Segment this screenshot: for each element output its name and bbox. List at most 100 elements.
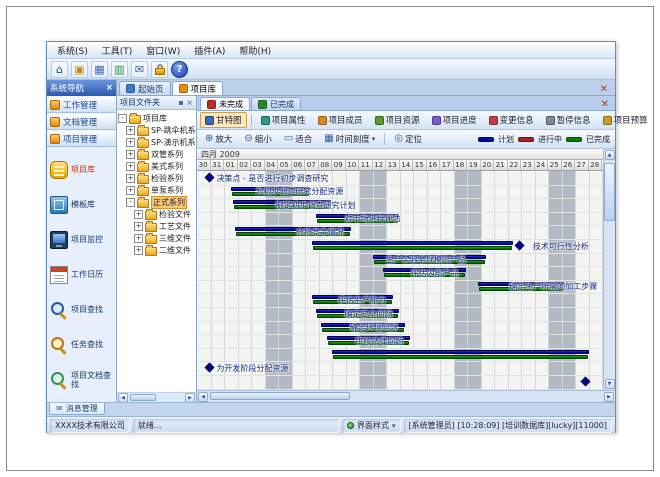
tree-node[interactable]: +美式系列 <box>118 160 195 172</box>
mail-icon[interactable]: ✉ <box>131 61 148 78</box>
tab-finished[interactable]: 已完成 <box>251 97 301 110</box>
menu-help[interactable]: 帮助(H) <box>233 43 277 58</box>
gantt-vscrollbar[interactable]: ▲ ▼ <box>603 149 615 390</box>
report-icon[interactable]: ▥ <box>111 61 128 78</box>
gantt-milestone[interactable] <box>205 363 215 373</box>
day-header-cell: 03 <box>251 160 265 170</box>
scroll-up-icon[interactable]: ▲ <box>605 150 615 160</box>
gantt-task-bar[interactable] <box>332 350 589 354</box>
menu-plugins[interactable]: 插件(A) <box>188 43 231 58</box>
tree-node[interactable]: +检验文件 <box>118 208 195 220</box>
nav-group-work[interactable]: 工作管理 <box>47 96 116 113</box>
project-progress-button[interactable]: 项目进度 <box>427 112 482 128</box>
menu-window[interactable]: 窗口(W) <box>140 43 186 58</box>
gantt-tabbar-close-icon[interactable]: ✕ <box>598 99 612 110</box>
tree-expander-icon[interactable]: + <box>126 150 135 159</box>
nav-item-work-calendar[interactable]: 工作日历 <box>49 257 114 292</box>
tree-expander-icon[interactable]: + <box>134 222 143 231</box>
timescale-button[interactable]: ▦时间刻度▾ <box>319 131 380 147</box>
gantt-progress-bar[interactable] <box>313 246 512 250</box>
menu-system[interactable]: 系统(S) <box>51 43 94 58</box>
locate-button[interactable]: ◎定位 <box>389 131 427 147</box>
tree-node[interactable]: +SP-演示机系 <box>118 136 195 148</box>
vscroll-thumb[interactable] <box>604 163 615 221</box>
tree-expander-icon[interactable]: - <box>126 198 135 207</box>
tree-node[interactable]: +SP-跳伞机系 <box>118 124 195 136</box>
ui-style-selector[interactable]: 界面样式 ▾ <box>342 419 401 433</box>
help-icon[interactable]: ? <box>171 61 188 78</box>
gantt-view-button[interactable]: 甘特图 <box>200 112 247 128</box>
pause-info-icon <box>546 116 555 125</box>
tree-node[interactable]: +检验系列 <box>118 172 195 184</box>
tree-expander-icon[interactable]: + <box>134 210 143 219</box>
tree-node[interactable]: -项目库 <box>118 112 195 124</box>
tree-node[interactable]: -正式系列 <box>118 196 195 208</box>
tree-scroll-thumb[interactable] <box>130 394 156 401</box>
gantt-tabbar: 未完成已完成 ✕ <box>197 96 615 111</box>
tab-start-page[interactable]: 起始页 <box>119 81 171 95</box>
tree-node[interactable]: +单泵系列 <box>118 184 195 196</box>
scroll-down-icon[interactable]: ▼ <box>605 379 615 389</box>
tree-expander-icon[interactable]: + <box>126 174 135 183</box>
tab-project-library[interactable]: 项目库 <box>172 81 224 95</box>
project-props-button[interactable]: 项目属性 <box>256 112 311 128</box>
tree-expander-icon[interactable]: + <box>126 186 135 195</box>
fit-button[interactable]: ▭适合 <box>279 131 317 147</box>
nav-item-project-monitor[interactable]: 项目监控 <box>49 222 114 257</box>
pin-icon[interactable]: ▪ <box>178 98 183 107</box>
nav-item-task-search[interactable]: 任务查找 <box>49 327 114 362</box>
lock-icon[interactable] <box>151 61 168 78</box>
tree-expander-icon[interactable]: + <box>126 126 135 135</box>
project-resources-button[interactable]: 项目资源 <box>370 112 425 128</box>
gantt-progress-bar[interactable] <box>333 355 588 359</box>
tree-node[interactable]: +三维文件 <box>118 232 195 244</box>
scroll-left-icon[interactable]: ◀ <box>198 392 208 402</box>
pause-info-button[interactable]: 暂停信息 <box>541 112 596 128</box>
tree-panel: 项目文件夹 ▪ × -项目库+SP-跳伞机系+SP-演示机系+双管系列+美式系列… <box>117 96 197 402</box>
folder-icon[interactable]: ▣ <box>71 61 88 78</box>
nav-item-project-search[interactable]: 项目查找 <box>49 292 114 327</box>
tree-expander-icon[interactable]: + <box>126 138 135 147</box>
menu-tools[interactable]: 工具(T) <box>96 43 139 58</box>
gantt-task-bar[interactable] <box>312 241 513 245</box>
tree-node[interactable]: +二维文件 <box>118 244 195 256</box>
tree-node[interactable]: +工艺文件 <box>118 220 195 232</box>
zoom-out-button[interactable]: ⊖缩小 <box>239 131 276 147</box>
nav-group-project[interactable]: 项目管理 <box>47 130 116 147</box>
nav-item-work-calendar-label: 工作日历 <box>71 270 103 279</box>
app-window: 系统(S)工具(T)窗口(W)插件(A)帮助(H) ⌂▣▦▥✉? 系统导航 × … <box>46 41 616 433</box>
scroll-left-icon[interactable]: ◀ <box>118 393 128 403</box>
gantt-milestone[interactable] <box>514 241 524 251</box>
tree-expander-icon[interactable]: + <box>134 246 143 255</box>
scroll-right-icon[interactable]: ▶ <box>185 393 195 403</box>
nav-group-work-label: 工作管理 <box>63 99 97 111</box>
tree-expander-icon[interactable]: + <box>126 162 135 171</box>
nav-group-document[interactable]: 文档管理 <box>47 113 116 130</box>
nav-item-project-library[interactable]: 项目库 <box>49 152 114 187</box>
day-header-cell: 31 <box>211 160 225 170</box>
tree-expander-icon[interactable]: + <box>134 234 143 243</box>
gantt-body: 四月 2009 30310102030405060708091011121314… <box>197 149 615 390</box>
gantt-task-label: 确定环境问题 <box>350 323 398 332</box>
tree-node[interactable]: +双管系列 <box>118 148 195 160</box>
ready-status: 就绪... <box>133 419 339 433</box>
nav-close-icon[interactable]: × <box>106 83 113 93</box>
zoom-in-button[interactable]: ⊕放大 <box>200 131 237 147</box>
gantt-hscrollbar[interactable]: ◀ ▶ <box>197 390 615 402</box>
home-icon[interactable]: ⌂ <box>51 61 68 78</box>
hscroll-thumb[interactable] <box>210 392 350 400</box>
message-manager-tab[interactable]: ✉ 消息管理 <box>49 403 105 415</box>
nav-item-template-library[interactable]: 模板库 <box>49 187 114 222</box>
scroll-right-icon[interactable]: ▶ <box>604 392 614 402</box>
tabbar-close-icon[interactable]: ✕ <box>597 84 611 95</box>
tree-close-icon[interactable]: × <box>186 98 193 107</box>
project-members-button[interactable]: 项目成员 <box>313 112 368 128</box>
tab-unfinished[interactable]: 未完成 <box>200 97 250 110</box>
tree-expander-icon[interactable]: - <box>118 114 127 123</box>
window-icon[interactable]: ▦ <box>91 61 108 78</box>
change-info-button[interactable]: 变更信息 <box>484 112 539 128</box>
tree-hscrollbar[interactable]: ◀ ▶ <box>117 392 196 402</box>
nav-item-doc-search[interactable]: 项目文档查找 <box>49 362 114 397</box>
project-budget-button[interactable]: 项目预算 <box>598 112 653 128</box>
gantt-milestone[interactable] <box>205 173 215 183</box>
